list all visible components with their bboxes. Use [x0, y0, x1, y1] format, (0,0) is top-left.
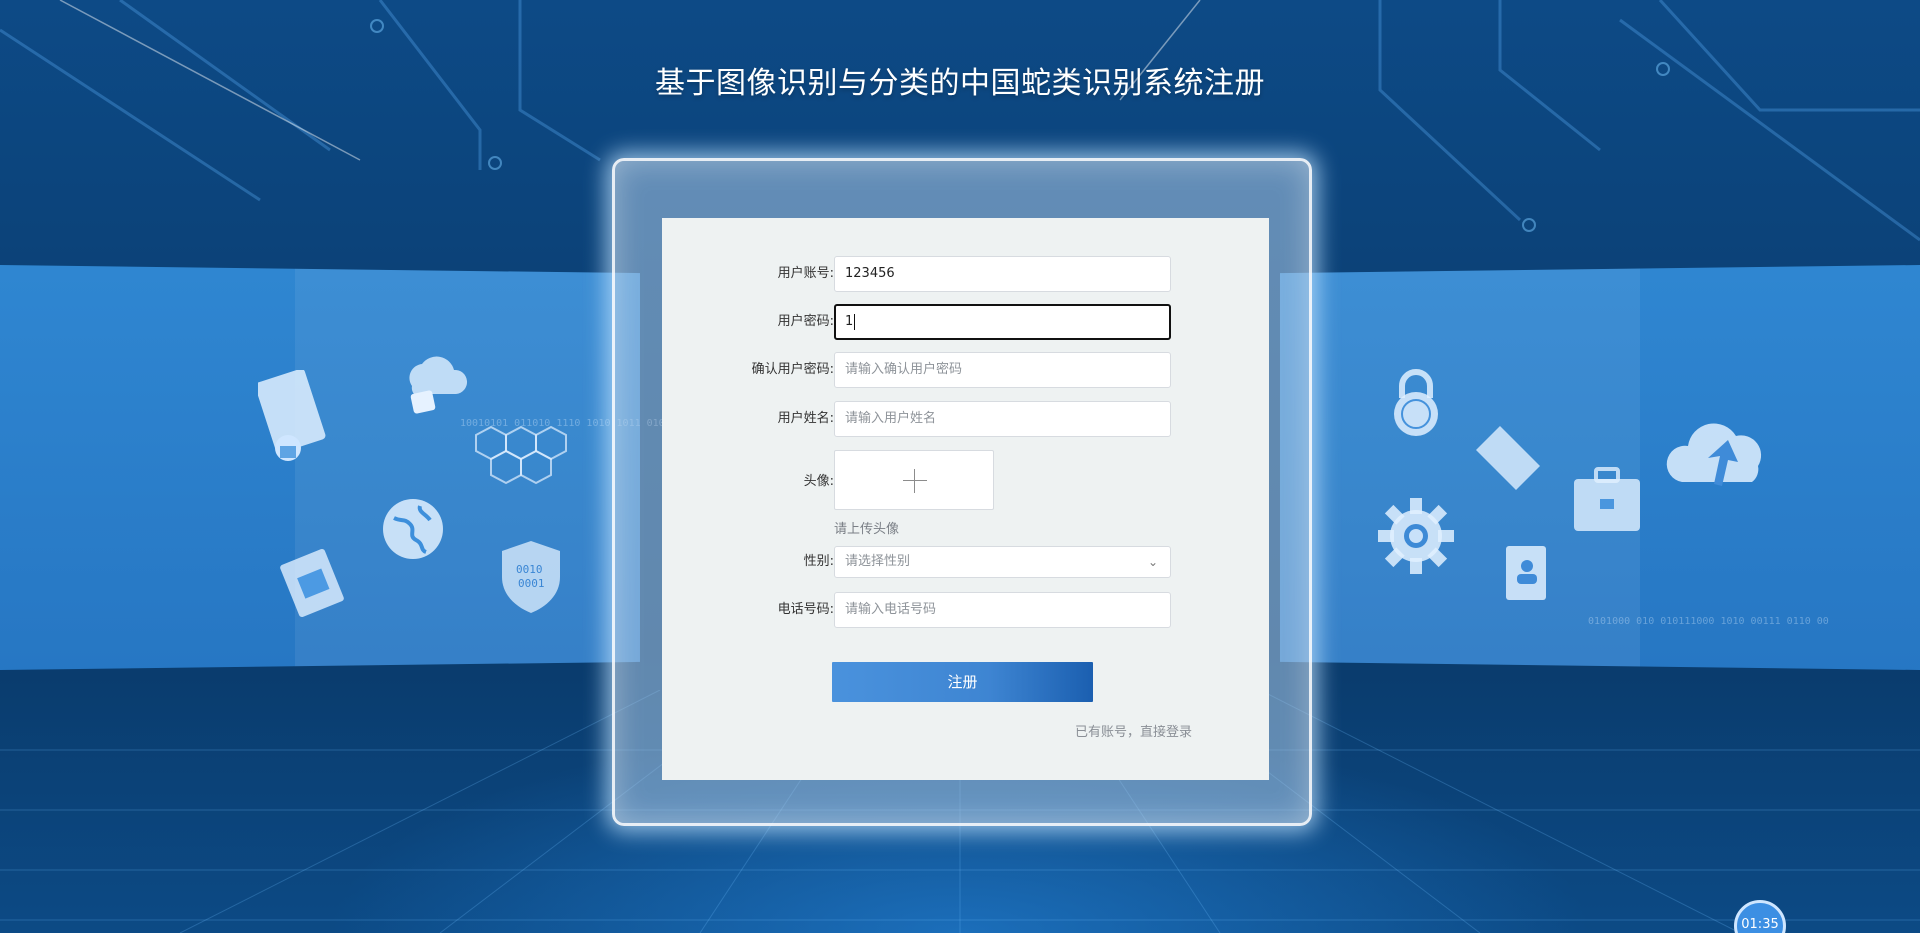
register-form: 用户账号: 123456 用户密码: 1 确认用户密码: 请输入确认用户密码 用… — [662, 218, 1269, 780]
server-lock-icon — [258, 370, 326, 461]
chevron-down-icon: ⌄ — [1147, 555, 1158, 569]
gender-placeholder: 请选择性别 — [845, 554, 911, 569]
plus-icon — [903, 480, 927, 481]
contact-book-icon — [1506, 546, 1546, 600]
register-button[interactable]: 注册 — [832, 662, 1093, 702]
phone-label: 电话号码: — [777, 602, 834, 617]
briefcase-icon — [1574, 467, 1640, 531]
password-value: 1 — [845, 314, 854, 329]
confirm-password-row: 确认用户密码: 请输入确认用户密码 — [662, 352, 1269, 388]
account-row: 用户账号: 123456 — [662, 256, 1269, 292]
real-name-label: 用户姓名: — [777, 411, 834, 426]
svg-text:0010: 0010 — [516, 563, 543, 576]
shield-binary-icon: 0010 0001 — [502, 541, 560, 613]
gender-label: 性别: — [803, 554, 834, 569]
confirm-password-label: 确认用户密码: — [751, 362, 834, 377]
gear-icon — [1378, 498, 1454, 574]
real-name-row: 用户姓名: 请输入用户姓名 — [662, 401, 1269, 437]
text-caret — [854, 313, 856, 330]
svg-text:0001: 0001 — [518, 577, 545, 590]
binary-text-right: 0101000 010 010111000 1010 00111 0110 00 — [1588, 616, 1829, 627]
folder-icon — [1476, 426, 1540, 490]
gender-row: 性别: 请选择性别 ⌄ — [662, 546, 1269, 578]
password-input[interactable]: 1 — [834, 304, 1171, 340]
avatar-upload[interactable] — [834, 450, 994, 510]
confirm-password-input[interactable]: 请输入确认用户密码 — [834, 352, 1171, 388]
globe-icon — [383, 499, 443, 559]
phone-input[interactable]: 请输入电话号码 — [834, 592, 1171, 628]
gender-select[interactable]: 请选择性别 ⌄ — [834, 546, 1171, 578]
page-title: 基于图像识别与分类的中国蛇类识别系统注册 — [655, 66, 1265, 101]
cloud-lock-icon — [409, 356, 468, 414]
password-label: 用户密码: — [777, 314, 834, 329]
account-label: 用户账号: — [777, 266, 834, 281]
phone-row: 电话号码: 请输入电话号码 — [662, 592, 1269, 628]
account-input[interactable]: 123456 — [834, 256, 1171, 292]
real-name-input[interactable]: 请输入用户姓名 — [834, 401, 1171, 437]
login-link[interactable]: 已有账号，直接登录 — [1075, 721, 1192, 740]
photos-icon — [280, 548, 344, 618]
avatar-label: 头像: — [803, 474, 834, 489]
password-row: 用户密码: 1 — [662, 304, 1269, 340]
avatar-upload-tip: 请上传头像 — [834, 522, 900, 537]
cloud-upload-icon — [1666, 423, 1762, 486]
padlock-globe-icon — [1394, 369, 1438, 436]
